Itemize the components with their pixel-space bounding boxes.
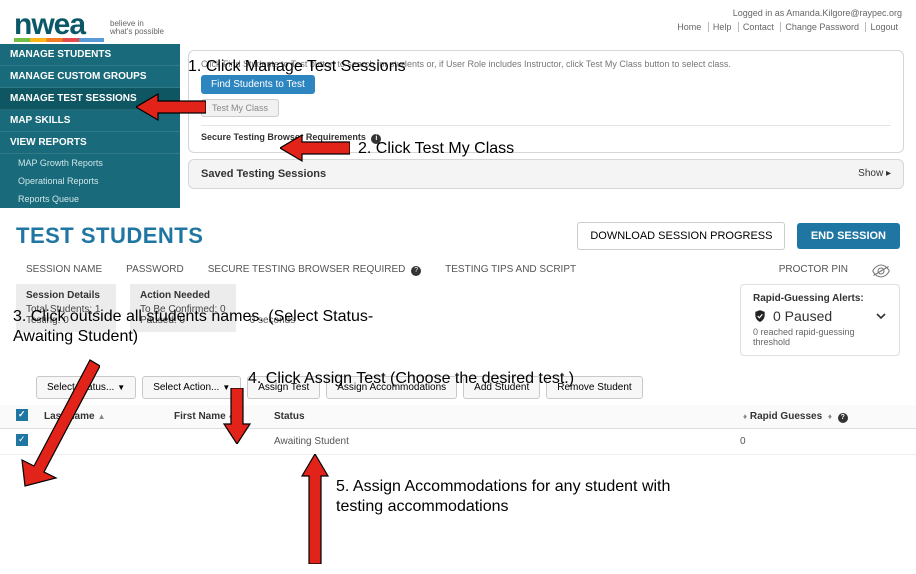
instruction-2: 2. Click Test My Class bbox=[358, 140, 514, 158]
logo-text: nwea bbox=[14, 8, 104, 42]
sort-icon: ♦ bbox=[828, 412, 832, 421]
test-my-class-button[interactable]: Test My Class bbox=[201, 99, 279, 117]
session-header-labels: SESSION NAME PASSWORD SECURE TESTING BRO… bbox=[0, 254, 916, 278]
end-session-button[interactable]: END SESSION bbox=[797, 223, 900, 249]
link-change-password[interactable]: Change Password bbox=[780, 22, 863, 32]
instruction-5-line1: 5. Assign Accommodations for any student… bbox=[336, 478, 670, 496]
sidebar-sub-operational[interactable]: Operational Reports bbox=[0, 172, 180, 190]
logo: nwea bbox=[14, 8, 104, 42]
title-buttons: DOWNLOAD SESSION PROGRESS END SESSION bbox=[577, 222, 900, 250]
instruction-3-line2: Awaiting Student) bbox=[13, 328, 138, 346]
link-help[interactable]: Help bbox=[708, 22, 736, 32]
rapid-paused: 0 Paused bbox=[753, 308, 887, 324]
visibility-icon[interactable] bbox=[872, 264, 890, 278]
student-table-header: Last Name▲ First Name♦ Status ♦ Rapid Gu… bbox=[0, 405, 916, 429]
top-right: Logged in as Amanda.Kilgore@raypec.org H… bbox=[673, 8, 902, 32]
instruction-4: 4. Click Assign Test (Choose the desired… bbox=[248, 370, 574, 388]
arrow-5 bbox=[300, 454, 330, 564]
instruction-1: 1. Click Manage Test Sessions bbox=[188, 58, 406, 76]
label-browser-required: SECURE TESTING BROWSER REQUIRED ? bbox=[208, 264, 421, 278]
sidebar-sub-reports-queue[interactable]: Reports Queue bbox=[0, 190, 180, 208]
label-tips-script: TESTING TIPS AND SCRIPT bbox=[445, 264, 576, 278]
label-proctor-pin: PROCTOR PIN bbox=[779, 264, 848, 278]
col-rapid-guesses[interactable]: ♦ Rapid Guesses ♦ ? bbox=[740, 411, 900, 423]
cell-rapid: 0 bbox=[740, 436, 900, 447]
page-title-row: TEST STUDENTS DOWNLOAD SESSION PROGRESS … bbox=[0, 208, 916, 254]
saved-sessions-label: Saved Testing Sessions bbox=[201, 168, 326, 180]
chevron-down-icon bbox=[875, 310, 887, 322]
action-needed-header: Action Needed bbox=[140, 290, 226, 301]
rapid-note: 0 reached rapid-guessing threshold bbox=[753, 327, 887, 347]
logo-area: nwea believe in what's possible bbox=[14, 8, 164, 42]
rapid-guessing-box[interactable]: Rapid-Guessing Alerts: 0 Paused 0 reache… bbox=[740, 284, 900, 356]
link-logout[interactable]: Logout bbox=[865, 22, 902, 32]
label-session-name: SESSION NAME bbox=[26, 264, 102, 278]
rapid-title: Rapid-Guessing Alerts: bbox=[753, 293, 887, 304]
link-contact[interactable]: Contact bbox=[738, 22, 778, 32]
session-details-header: Session Details bbox=[26, 290, 106, 301]
show-toggle[interactable]: Show ▸ bbox=[858, 168, 891, 180]
arrow-3 bbox=[20, 348, 100, 488]
info-icon: ? bbox=[411, 266, 421, 276]
sidebar-item-manage-students[interactable]: MANAGE STUDENTS bbox=[0, 44, 180, 66]
table-row[interactable]: Awaiting Student 0 bbox=[0, 429, 916, 455]
find-students-button[interactable]: Find Students to Test bbox=[201, 75, 315, 94]
sidebar: MANAGE STUDENTS MANAGE CUSTOM GROUPS MAN… bbox=[0, 44, 180, 208]
arrow-4 bbox=[222, 388, 252, 444]
label-password: PASSWORD bbox=[126, 264, 184, 278]
instruction-3-line1: 3. Click outside all students names. (Se… bbox=[13, 308, 373, 326]
app-header: nwea believe in what's possible Logged i… bbox=[0, 0, 916, 44]
sidebar-item-manage-custom-groups[interactable]: MANAGE CUSTOM GROUPS bbox=[0, 66, 180, 88]
page-title: TEST STUDENTS bbox=[16, 223, 203, 249]
arrow-2 bbox=[280, 133, 350, 163]
sort-icon: ♦ bbox=[743, 412, 747, 421]
saved-sessions-bar: Saved Testing Sessions Show ▸ bbox=[188, 159, 904, 189]
info-icon: ? bbox=[838, 413, 848, 423]
logged-in-text: Logged in as Amanda.Kilgore@raypec.org bbox=[673, 8, 902, 18]
cell-status: Awaiting Student bbox=[274, 436, 740, 447]
col-status[interactable]: Status bbox=[274, 411, 740, 422]
rapid-paused-text: 0 Paused bbox=[773, 308, 832, 324]
instruction-5-line2: testing accommodations bbox=[336, 498, 509, 516]
sidebar-item-view-reports[interactable]: VIEW REPORTS bbox=[0, 132, 180, 154]
shield-icon bbox=[753, 309, 767, 323]
link-home[interactable]: Home bbox=[673, 22, 705, 32]
tagline: believe in what's possible bbox=[110, 20, 164, 36]
top-links: Home Help Contact Change Password Logout bbox=[673, 22, 902, 32]
download-session-button[interactable]: DOWNLOAD SESSION PROGRESS bbox=[577, 222, 785, 250]
sidebar-sub-map-growth[interactable]: MAP Growth Reports bbox=[0, 154, 180, 172]
workspace: MANAGE STUDENTS MANAGE CUSTOM GROUPS MAN… bbox=[0, 44, 916, 208]
arrow-1 bbox=[136, 92, 206, 122]
